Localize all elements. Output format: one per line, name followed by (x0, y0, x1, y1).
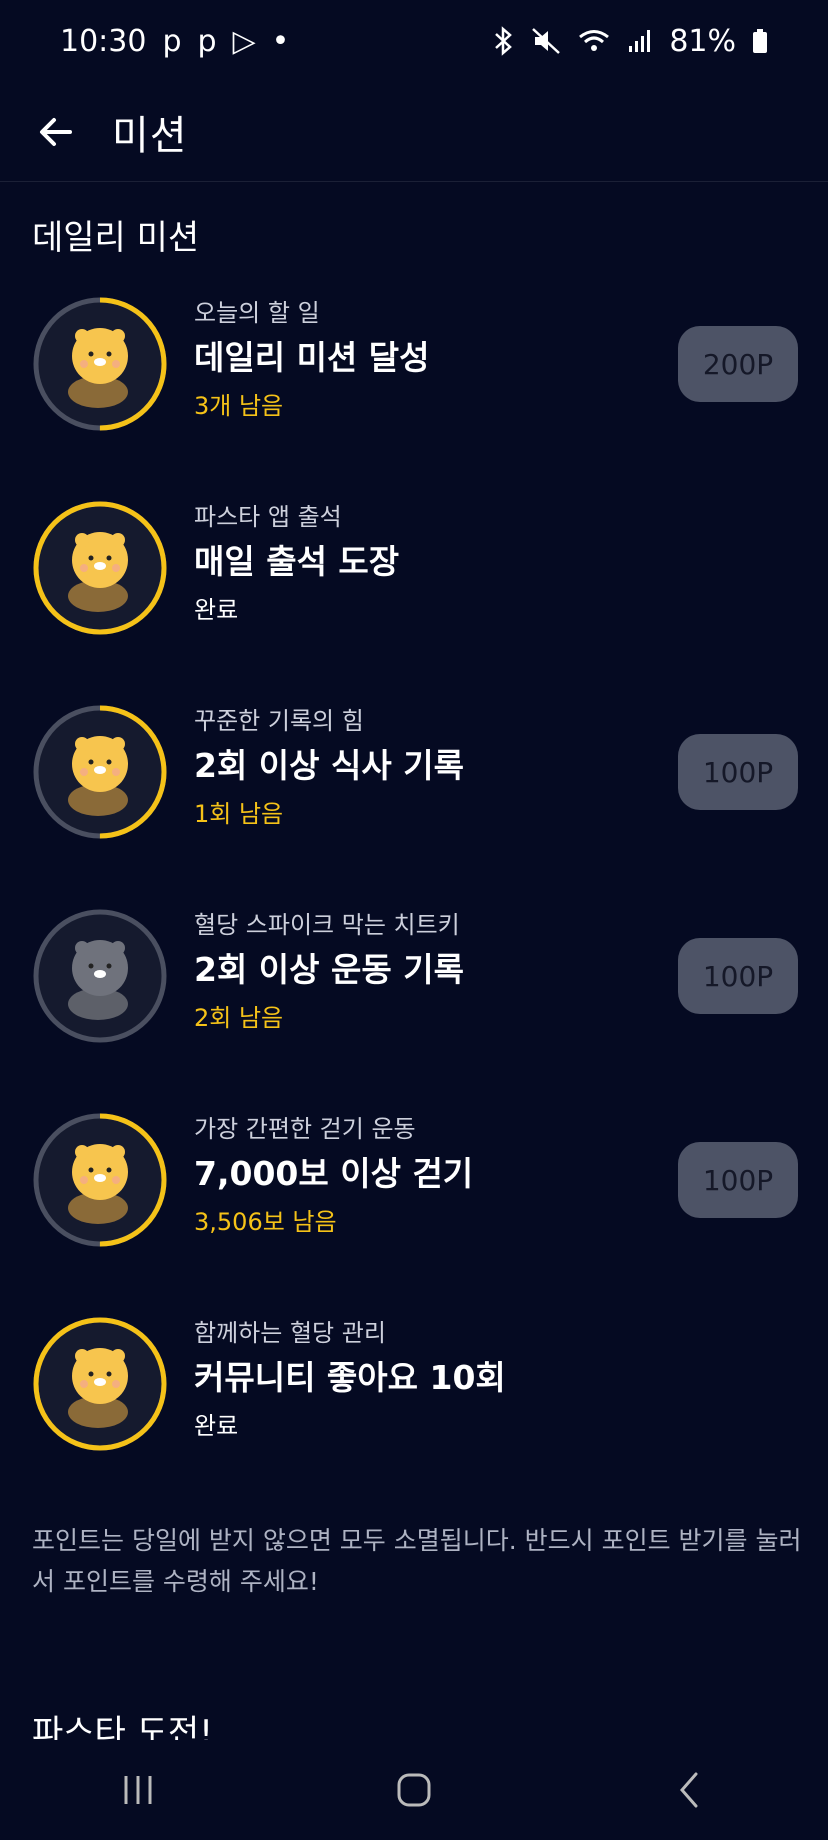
recent-apps-button[interactable] (98, 1760, 178, 1820)
mission-status: 3개 남음 (194, 392, 284, 420)
back-chevron-icon (680, 1772, 698, 1808)
bluetooth-icon (495, 26, 513, 56)
mission-text: 파스타 앱 출석매일 출석 도장완료 (194, 500, 664, 630)
cheering-lion-icon (33, 297, 167, 431)
mission-avatar (32, 500, 168, 636)
mission-title: 7,000보 이상 걷기 (194, 1154, 474, 1193)
mission-avatar (32, 1316, 168, 1452)
mute-icon (532, 28, 561, 54)
heart-lion-icon (33, 1317, 167, 1451)
signal-icon (629, 30, 651, 52)
back-arrow-icon (40, 117, 72, 146)
mission-subtitle: 꾸준한 기록의 힘 (194, 707, 364, 735)
mission-text: 오늘의 할 일데일리 미션 달성 3개 남음 (194, 296, 664, 426)
mission-text: 꾸준한 기록의 힘 2회 이상 식사 기록 1회 남음 (194, 704, 664, 834)
notification-p-icon: p (197, 23, 217, 59)
mission-status: 완료 (194, 596, 239, 624)
claim-points-button[interactable]: 100P (678, 734, 798, 810)
mission-subtitle: 파스타 앱 출석 (194, 503, 342, 531)
exercising-lion-icon (33, 909, 167, 1043)
back-button[interactable] (26, 102, 86, 162)
claim-points-button[interactable]: 200P (678, 326, 798, 402)
mission-subtitle: 혈당 스파이크 막는 치트키 (194, 911, 460, 939)
mission-item[interactable]: 꾸준한 기록의 힘 2회 이상 식사 기록 1회 남음 100P (0, 698, 828, 902)
recent-apps-icon (124, 1776, 152, 1804)
mission-item[interactable]: 오늘의 할 일데일리 미션 달성 3개 남음 200P (0, 290, 828, 494)
battery-icon (753, 29, 767, 53)
home-button[interactable] (374, 1760, 454, 1820)
notification-dot-icon: • (271, 23, 290, 59)
mission-title: 2회 이상 운동 기록 (194, 950, 464, 989)
eating-lion-icon (33, 705, 167, 839)
points-notice: 포인트는 당일에 받지 않으면 모두 소멸됩니다. 반드시 포인트 받기를 눌러… (32, 1526, 802, 1596)
mission-list: 오늘의 할 일데일리 미션 달성 3개 남음 200P 파스타 앱 출석매일 출석 도… (0, 290, 828, 1514)
mission-text: 가장 간편한 걷기 운동 7,000보 이상 걷기 3,506보 남음 (194, 1112, 664, 1242)
claim-points-button[interactable]: 100P (678, 938, 798, 1014)
mission-subtitle: 가장 간편한 걷기 운동 (194, 1115, 416, 1143)
claim-points-button[interactable]: 100P (678, 1142, 798, 1218)
mission-title: 매일 출석 도장 (194, 542, 400, 581)
mission-subtitle: 함께하는 혈당 관리 (194, 1319, 386, 1347)
mission-status: 2회 남음 (194, 1004, 284, 1032)
mission-text: 함께하는 혈당 관리커뮤니티 좋아요 10회완료 (194, 1316, 664, 1446)
clock: 10:30 (60, 23, 147, 59)
mission-status: 완료 (194, 1412, 239, 1440)
back-nav-button[interactable] (650, 1760, 730, 1820)
mission-subtitle: 오늘의 할 일 (194, 299, 320, 327)
mission-status: 1회 남음 (194, 800, 284, 828)
status-bar: 10:30 p p ▷ • 81% (0, 0, 828, 82)
battery-percent: 81% (669, 23, 736, 59)
app-bar: 미션 (0, 82, 828, 182)
wifi-icon (579, 30, 610, 51)
notification-p-icon: p (162, 23, 182, 59)
mission-item[interactable]: 함께하는 혈당 관리커뮤니티 좋아요 10회완료 (0, 1310, 828, 1514)
mission-text: 혈당 스파이크 막는 치트키 2회 이상 운동 기록 2회 남음 (194, 908, 664, 1038)
walking-lion-icon (33, 1113, 167, 1247)
mission-title: 커뮤니티 좋아요 10회 (194, 1358, 506, 1397)
mission-title: 데일리 미션 달성 (194, 338, 430, 377)
mission-avatar (32, 704, 168, 840)
mission-avatar (32, 1112, 168, 1248)
mission-item[interactable]: 파스타 앱 출석매일 출석 도장완료 (0, 494, 828, 698)
mission-item[interactable]: 가장 간편한 걷기 운동 7,000보 이상 걷기 3,506보 남음 100P (0, 1106, 828, 1310)
mission-avatar (32, 296, 168, 432)
stamping-lion-icon (33, 501, 167, 635)
mission-title: 2회 이상 식사 기록 (194, 746, 464, 785)
play-store-icon: ▷ (232, 23, 256, 59)
mission-item[interactable]: 혈당 스파이크 막는 치트키 2회 이상 운동 기록 2회 남음 100P (0, 902, 828, 1106)
mission-status: 3,506보 남음 (194, 1208, 337, 1236)
home-icon (397, 1773, 431, 1807)
page-title: 미션 (112, 112, 188, 159)
daily-mission-heading: 데일리 미션 (32, 218, 200, 258)
system-nav-bar (0, 1740, 828, 1840)
mission-avatar (32, 908, 168, 1044)
